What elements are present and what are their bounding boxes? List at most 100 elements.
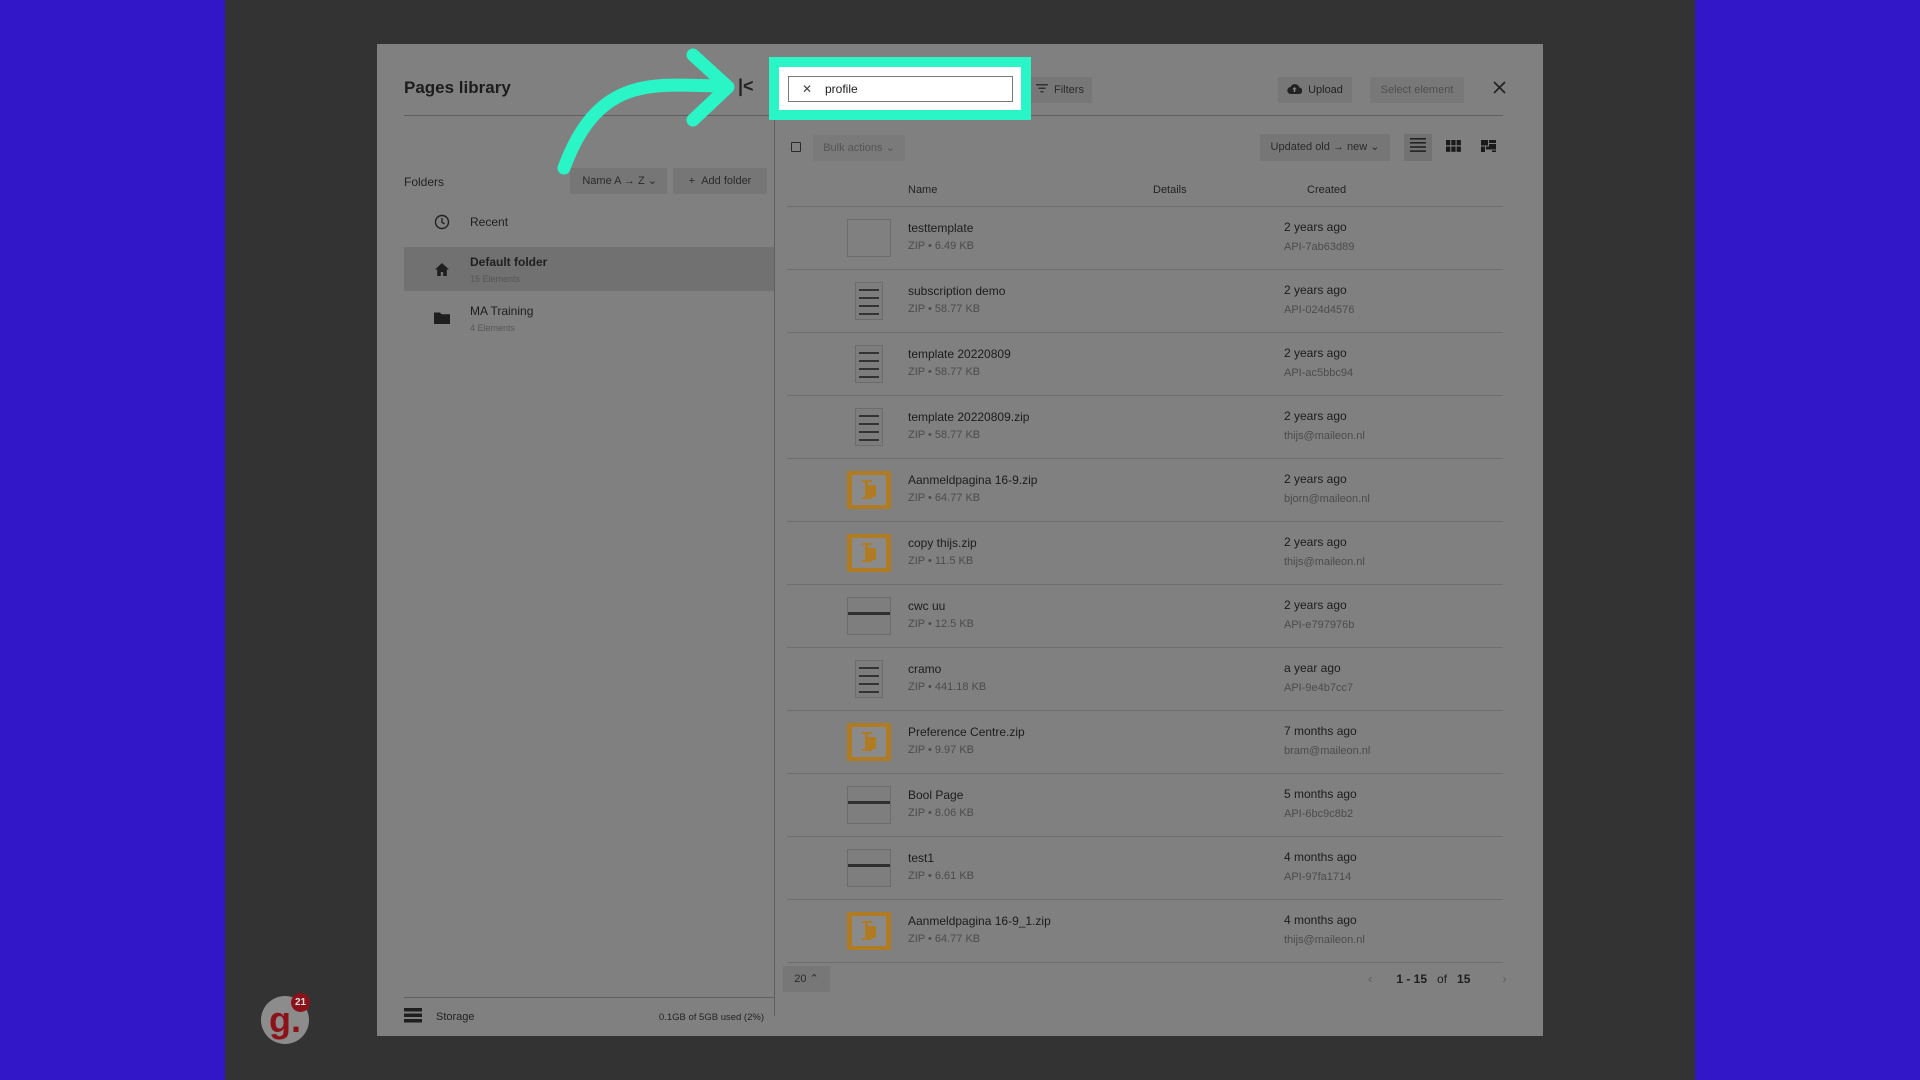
page-creator: bram@maileon.nl <box>1284 745 1371 757</box>
filters-button[interactable]: Filters <box>1028 77 1092 103</box>
page-name[interactable]: template 20220809 <box>908 347 1011 361</box>
page-meta: ZIP • 58.77 KB <box>908 366 981 378</box>
page-created: 2 years ago <box>1284 220 1347 234</box>
page-name[interactable]: subscription demo <box>908 284 1005 298</box>
table-row[interactable]: Aanmeldpagina 16-9.zip ZIP • 64.77 KB 2 ye… <box>787 459 1503 522</box>
page-created: a year ago <box>1284 661 1341 675</box>
page-name[interactable]: copy thijs.zip <box>908 536 977 550</box>
zip-archive-icon <box>862 921 876 940</box>
storage-used: 0.1GB of 5GB used (2%) <box>658 1011 764 1023</box>
page-meta: ZIP • 58.77 KB <box>908 429 981 441</box>
storage-icon <box>404 1008 422 1026</box>
search-input[interactable] <box>825 82 995 96</box>
mosaic-view-button[interactable] <box>1474 134 1502 161</box>
page-meta: ZIP • 441.18 KB <box>908 681 987 693</box>
of-label: of <box>1437 971 1448 986</box>
page-creator: bjorn@maileon.nl <box>1284 493 1370 505</box>
select-element-button[interactable]: Select element <box>1370 77 1464 103</box>
sort-label: Updated old → new <box>1270 141 1368 153</box>
page-thumbnail <box>855 282 883 320</box>
list-view-button[interactable] <box>1404 134 1432 161</box>
folder-item-default[interactable]: Default folder 15 Elements <box>404 247 774 291</box>
page-name[interactable]: cramo <box>908 662 941 676</box>
table-row[interactable]: copy thijs.zip ZIP • 11.5 KB 2 years ago th… <box>787 522 1503 585</box>
page-created: 2 years ago <box>1284 409 1347 423</box>
column-header-created[interactable]: Created <box>1307 184 1346 196</box>
clock-icon <box>432 214 452 230</box>
column-header-details: Details <box>1153 184 1187 196</box>
page-created: 2 years ago <box>1284 535 1347 549</box>
folders-label: Folders <box>404 175 445 189</box>
sort-dropdown[interactable]: Updated old → new ⌄ <box>1260 134 1390 161</box>
grid-view-button[interactable] <box>1439 134 1467 161</box>
mosaic-view-icon <box>1480 139 1496 157</box>
page-creator: API-024d4576 <box>1284 304 1355 316</box>
plus-icon: + <box>688 175 696 187</box>
collapse-panel-button[interactable]: |< <box>738 76 754 97</box>
table-row[interactable]: Preference Centre.zip ZIP • 9.97 KB 7 mont… <box>787 711 1503 774</box>
page-thumbnail <box>855 345 883 383</box>
page-meta: ZIP • 64.77 KB <box>908 492 981 504</box>
select-all-checkbox[interactable] <box>791 142 801 152</box>
cloud-upload-icon <box>1287 83 1303 97</box>
bulk-actions-label: Bulk actions <box>823 142 883 154</box>
zip-file-thumbnail <box>847 912 891 950</box>
page-created: 2 years ago <box>1284 598 1347 612</box>
folder-item-ma-training[interactable]: MA Training 4 Elements <box>404 296 774 340</box>
table-row[interactable]: testtemplate ZIP • 6.49 KB 2 years ago API-… <box>787 207 1503 270</box>
table-row[interactable]: template 20220809 ZIP • 58.77 KB 2 years a… <box>787 333 1503 396</box>
page-thumbnail <box>847 219 891 257</box>
close-modal-button[interactable] <box>1487 78 1511 102</box>
table-row[interactable]: Aanmeldpagina 16-9_1.zip ZIP • 64.77 KB 4 … <box>787 900 1503 963</box>
clear-search-icon[interactable]: ✕ <box>789 82 825 96</box>
column-header-name[interactable]: Name <box>908 184 937 196</box>
storage-info: Storage 0.1GB of 5GB used (2%) <box>404 1008 774 1026</box>
page-created: 4 months ago <box>1284 913 1357 927</box>
folder-sort-dropdown[interactable]: Name A → Z ⌄ <box>570 168 667 194</box>
table-row[interactable]: cramo ZIP • 441.18 KB a year ago API-9e4b7c… <box>787 648 1503 711</box>
next-page-button[interactable]: › <box>1502 971 1506 986</box>
per-page-dropdown[interactable]: 20 ⌃ <box>783 966 830 992</box>
filters-label: Filters <box>1054 84 1084 96</box>
page-creator: API-7ab63d89 <box>1284 241 1355 253</box>
table-row[interactable]: Bool Page ZIP • 8.06 KB 5 months ago API-6b… <box>787 774 1503 837</box>
upload-button[interactable]: Upload <box>1278 77 1352 103</box>
page-meta: ZIP • 58.77 KB <box>908 303 981 315</box>
filter-icon <box>1036 84 1049 96</box>
page-creator: thijs@maileon.nl <box>1284 556 1365 568</box>
page-meta: ZIP • 9.97 KB <box>908 744 975 756</box>
prev-page-button[interactable]: ‹ <box>1368 971 1372 986</box>
page-name[interactable]: Preference Centre.zip <box>908 725 1025 739</box>
page-name[interactable]: Bool Page <box>908 788 963 802</box>
page-name[interactable]: test1 <box>908 851 934 865</box>
table-row[interactable]: template 20220809.zip ZIP • 58.77 KB 2 yea… <box>787 396 1503 459</box>
table-row[interactable]: subscription demo ZIP • 58.77 KB 2 years a… <box>787 270 1503 333</box>
page-name[interactable]: Aanmeldpagina 16-9_1.zip <box>908 914 1051 928</box>
search-field[interactable]: ✕ <box>788 76 1013 102</box>
page-creator: API-ac5bbc94 <box>1284 367 1354 379</box>
page-name[interactable]: template 20220809.zip <box>908 410 1029 424</box>
page-name[interactable]: Aanmeldpagina 16-9.zip <box>908 473 1037 487</box>
notification-count-badge: 21 <box>291 993 310 1012</box>
page-creator: API-97fa1714 <box>1284 871 1352 883</box>
page-meta: ZIP • 64.77 KB <box>908 933 981 945</box>
table-row[interactable]: test1 ZIP • 6.61 KB 4 months ago API-97fa17… <box>787 837 1503 900</box>
page-name[interactable]: cwc uu <box>908 599 945 613</box>
page-meta: ZIP • 12.5 KB <box>908 618 975 630</box>
page-name[interactable]: testtemplate <box>908 221 973 235</box>
zip-archive-icon <box>862 732 876 751</box>
page-meta: ZIP • 6.61 KB <box>908 870 975 882</box>
add-folder-button[interactable]: + Add folder <box>673 168 767 194</box>
folder-item-recent[interactable]: Recent <box>404 200 774 244</box>
folder-icon <box>432 311 452 325</box>
zip-file-thumbnail <box>847 534 891 572</box>
page-creator: API-6bc9c8b2 <box>1284 808 1354 820</box>
search-highlight-box: ✕ <box>769 57 1031 120</box>
table-row[interactable]: cwc uu ZIP • 12.5 KB 2 years ago API-e79797… <box>787 585 1503 648</box>
folder-count: 4 Elements <box>470 322 516 333</box>
bulk-actions-dropdown[interactable]: Bulk actions ⌄ <box>813 135 905 161</box>
upload-label: Upload <box>1308 84 1343 96</box>
page-meta: ZIP • 11.5 KB <box>908 555 974 567</box>
folder-count: 15 Elements <box>470 273 521 284</box>
zip-archive-icon <box>862 543 876 562</box>
